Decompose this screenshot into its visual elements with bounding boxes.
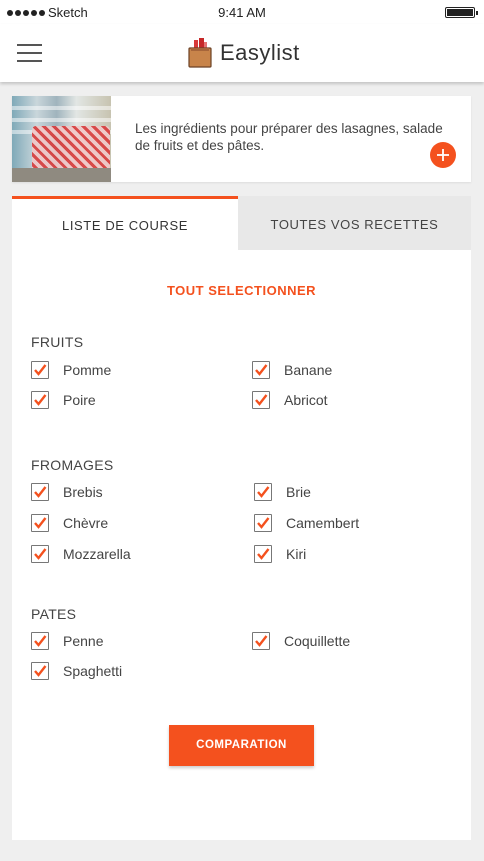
tab-shopping-list[interactable]: LISTE DE COURSE — [12, 196, 238, 250]
app-name: Easylist — [220, 40, 300, 65]
checkbox-item[interactable]: Kiri — [254, 545, 306, 563]
checkmark-icon — [257, 517, 270, 529]
checkmark-icon — [257, 486, 270, 498]
item-label: Poire — [63, 392, 96, 408]
add-button[interactable] — [430, 142, 456, 168]
item-label: Chèvre — [63, 515, 109, 531]
item-label: Brebis — [63, 484, 103, 500]
checkbox-item[interactable]: Camembert — [254, 514, 359, 532]
checkbox-item[interactable]: Penne — [31, 632, 103, 650]
checkbox[interactable] — [31, 632, 49, 650]
section-title-fruits: FRUITS — [31, 334, 84, 350]
checkbox[interactable] — [31, 514, 49, 532]
checkmark-icon — [34, 517, 47, 529]
checkbox-item[interactable]: Brebis — [31, 483, 103, 501]
brand: Easylist — [188, 38, 300, 68]
checkmark-icon — [34, 486, 47, 498]
tab-bar: LISTE DE COURSE TOUTES VOS RECETTES — [12, 196, 471, 250]
item-label: Abricot — [284, 392, 328, 408]
checkbox[interactable] — [252, 361, 270, 379]
checkbox[interactable] — [31, 662, 49, 680]
checkbox[interactable] — [252, 632, 270, 650]
checkbox[interactable] — [254, 514, 272, 532]
checkmark-icon — [34, 364, 47, 376]
item-label: Mozzarella — [63, 546, 131, 562]
plus-icon — [437, 149, 449, 161]
compare-button[interactable]: COMPARATION — [169, 725, 314, 766]
checkmark-icon — [255, 635, 268, 647]
checkmark-icon — [257, 548, 270, 560]
checkbox[interactable] — [254, 483, 272, 501]
item-label: Banane — [284, 362, 333, 378]
checkbox-item[interactable]: Brie — [254, 483, 311, 501]
recipe-banner: Les ingrédients pour préparer des lasagn… — [12, 96, 471, 182]
checkbox-item[interactable]: Pomme — [31, 361, 111, 379]
section-title-pates: PATES — [31, 606, 77, 622]
basket-logo-icon — [188, 38, 212, 68]
checkbox-item[interactable]: Spaghetti — [31, 662, 122, 680]
checkbox-item[interactable]: Abricot — [252, 391, 328, 409]
checkbox[interactable] — [31, 361, 49, 379]
checkbox-item[interactable]: Chèvre — [31, 514, 108, 532]
banner-image — [12, 96, 111, 182]
tab-all-recipes[interactable]: TOUTES VOS RECETTES — [238, 196, 471, 250]
checkmark-icon — [255, 364, 268, 376]
item-label: Penne — [63, 633, 104, 649]
checkbox[interactable] — [31, 391, 49, 409]
app-header: Easylist — [0, 24, 484, 82]
checkmark-icon — [34, 635, 47, 647]
checkbox[interactable] — [31, 545, 49, 563]
item-label: Brie — [286, 484, 311, 500]
banner-text: Les ingrédients pour préparer des lasagn… — [135, 121, 443, 153]
checkbox[interactable] — [252, 391, 270, 409]
item-label: Camembert — [286, 515, 360, 531]
status-time: 9:41 AM — [218, 5, 266, 20]
item-label: Spaghetti — [63, 663, 123, 679]
status-bar: Sketch 9:41 AM — [0, 0, 484, 24]
checkmark-icon — [34, 394, 47, 406]
item-label: Coquillette — [284, 633, 351, 649]
checkmark-icon — [34, 548, 47, 560]
item-label: Kiri — [286, 546, 307, 562]
select-all-link[interactable]: TOUT SELECTIONNER — [12, 283, 471, 298]
item-label: Pomme — [63, 362, 112, 378]
checkbox-item[interactable]: Poire — [31, 391, 96, 409]
checkbox[interactable] — [31, 483, 49, 501]
shopping-list-panel: TOUT SELECTIONNER FRUITS Pomme Banane Po… — [12, 250, 471, 840]
section-title-fromages: FROMAGES — [31, 457, 114, 473]
checkbox-item[interactable]: Coquillette — [252, 632, 350, 650]
battery-icon — [445, 7, 478, 18]
checkbox-item[interactable]: Banane — [252, 361, 332, 379]
checkbox[interactable] — [254, 545, 272, 563]
menu-icon[interactable] — [17, 44, 42, 64]
checkmark-icon — [34, 665, 47, 677]
checkbox-item[interactable]: Mozzarella — [31, 545, 131, 563]
checkmark-icon — [255, 394, 268, 406]
